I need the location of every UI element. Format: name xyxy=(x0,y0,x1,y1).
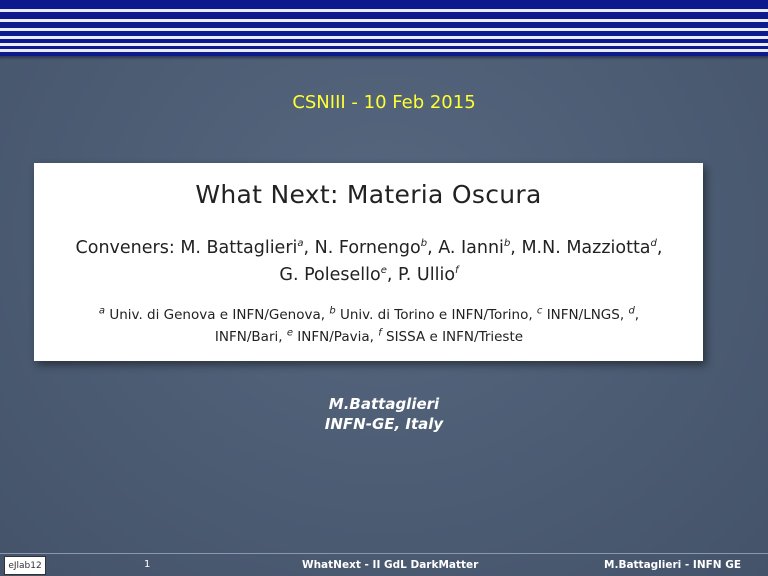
footer-title: WhatNext - II GdL DarkMatter xyxy=(302,559,479,571)
speaker-block: M.Battaglieri INFN-GE, Italy xyxy=(0,394,768,434)
footer-author: M.Battaglieri - INFN GE xyxy=(604,559,742,571)
conveners-label: Conveners: xyxy=(75,238,175,258)
affiliation-mark: f xyxy=(455,265,459,277)
paper-header-image: What Next: Materia Oscura Conveners: M. … xyxy=(34,163,703,361)
affiliation-text: INFN/Bari, xyxy=(214,329,287,345)
author-name: M. Battaglieri xyxy=(180,238,298,258)
affiliation-text: INFN/LNGS, xyxy=(542,307,629,323)
affiliation-text: INFN/Pavia, xyxy=(293,329,379,345)
author-name: P. Ullio xyxy=(397,265,456,285)
jlab12-logo: eJlab12 xyxy=(4,556,46,575)
author-name: A. Ianni xyxy=(438,238,504,258)
affiliation-text: Univ. di Torino e INFN/Torino, xyxy=(335,307,537,323)
speaker-name: M.Battaglieri xyxy=(328,395,440,413)
header-stripes xyxy=(0,0,768,56)
author-list: M. Battaglieria, N. Fornengob, A. Iannib… xyxy=(180,238,663,285)
author-name: M.N. Mazziotta xyxy=(521,238,651,258)
speaker-institution: INFN-GE, Italy xyxy=(324,415,444,433)
paper-affiliations: a Univ. di Genova e INFN/Genova, b Univ.… xyxy=(54,304,684,348)
affiliation-list: a Univ. di Genova e INFN/Genova, b Univ.… xyxy=(98,305,640,345)
affiliation-text: SISSA e INFN/Trieste xyxy=(381,329,524,345)
page-number: 1 xyxy=(144,559,151,570)
paper-title: What Next: Materia Oscura xyxy=(195,180,542,209)
affiliation-text: Univ. di Genova e INFN/Genova, xyxy=(105,307,330,323)
footer-divider xyxy=(0,553,768,554)
event-title: CSNIII - 10 Feb 2015 xyxy=(292,92,476,113)
author-name: N. Fornengo xyxy=(314,238,421,258)
paper-authors: Conveners: M. Battaglieria, N. Fornengob… xyxy=(54,235,684,289)
author-name: G. Polesello xyxy=(279,265,381,285)
